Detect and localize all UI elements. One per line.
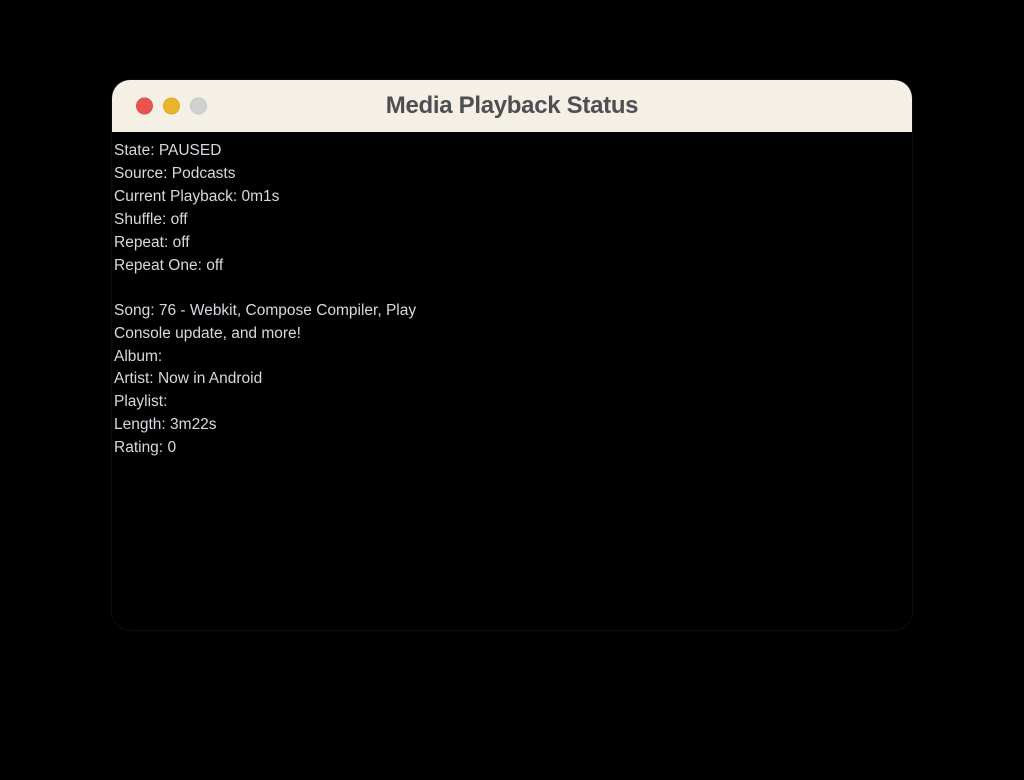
repeat-row: Repeat: off bbox=[114, 232, 910, 255]
repeat-one-value: off bbox=[206, 257, 223, 274]
state-value: PAUSED bbox=[159, 142, 222, 159]
rating-label: Rating: bbox=[114, 439, 163, 456]
state-label: State: bbox=[114, 142, 155, 159]
song-label: Song: bbox=[114, 302, 155, 319]
playlist-row: Playlist: bbox=[114, 391, 910, 414]
artist-label: Artist: bbox=[114, 370, 154, 387]
album-row: Album: bbox=[114, 346, 910, 369]
shuffle-value: off bbox=[171, 211, 188, 228]
song-row: Song: 76 - Webkit, Compose Compiler, Pla… bbox=[114, 300, 474, 346]
window-controls bbox=[136, 98, 207, 115]
repeat-one-row: Repeat One: off bbox=[114, 255, 910, 278]
current-playback-value: 0m1s bbox=[242, 188, 280, 205]
current-playback-row: Current Playback: 0m1s bbox=[114, 186, 910, 209]
window-title: Media Playback Status bbox=[386, 92, 638, 120]
length-value: 3m22s bbox=[170, 416, 217, 433]
content-area: State: PAUSED Source: Podcasts Current P… bbox=[112, 132, 912, 460]
media-status-window: Media Playback Status State: PAUSED Sour… bbox=[112, 80, 912, 630]
source-value: Podcasts bbox=[172, 165, 236, 182]
repeat-one-label: Repeat One: bbox=[114, 257, 202, 274]
minimize-icon[interactable] bbox=[163, 98, 180, 115]
titlebar: Media Playback Status bbox=[112, 80, 912, 132]
divider-gap bbox=[114, 278, 910, 300]
shuffle-row: Shuffle: off bbox=[114, 209, 910, 232]
state-row: State: PAUSED bbox=[114, 140, 910, 163]
maximize-icon[interactable] bbox=[190, 98, 207, 115]
album-label: Album: bbox=[114, 348, 162, 365]
length-label: Length: bbox=[114, 416, 166, 433]
artist-row: Artist: Now in Android bbox=[114, 368, 910, 391]
repeat-label: Repeat: bbox=[114, 234, 168, 251]
close-icon[interactable] bbox=[136, 98, 153, 115]
shuffle-label: Shuffle: bbox=[114, 211, 166, 228]
source-label: Source: bbox=[114, 165, 167, 182]
song-value: 76 - Webkit, Compose Compiler, Play Cons… bbox=[114, 302, 416, 342]
playlist-label: Playlist: bbox=[114, 393, 167, 410]
current-playback-label: Current Playback: bbox=[114, 188, 237, 205]
source-row: Source: Podcasts bbox=[114, 163, 910, 186]
repeat-value: off bbox=[173, 234, 190, 251]
rating-value: 0 bbox=[167, 439, 176, 456]
length-row: Length: 3m22s bbox=[114, 414, 910, 437]
rating-row: Rating: 0 bbox=[114, 437, 910, 460]
artist-value: Now in Android bbox=[158, 370, 262, 387]
